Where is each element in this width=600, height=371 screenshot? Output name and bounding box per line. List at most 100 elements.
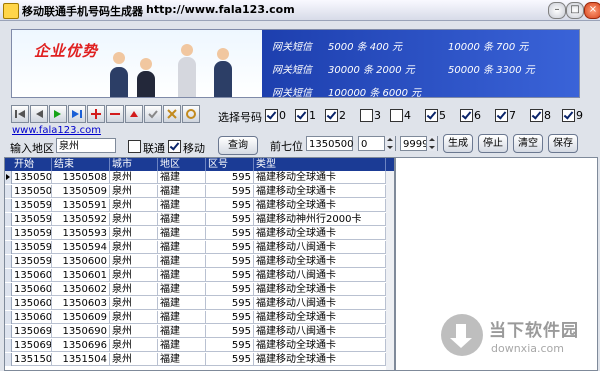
prev-record-icon[interactable] (30, 105, 48, 123)
table-cell: 1351504 (52, 353, 110, 366)
column-header[interactable]: 城市 (110, 158, 158, 171)
table-cell: 595 (206, 255, 254, 268)
ad-banner[interactable]: 企业优势 网关短信 5000 条 400 元 10000 条 700 元 网关短… (11, 29, 580, 98)
table-cell: 福建 (158, 353, 206, 366)
table-row[interactable]: 13505901350591泉州福建595福建移动全球通卡 (5, 199, 394, 212)
watermark-subtitle: downxia.com (491, 342, 564, 355)
column-header[interactable]: 结束 (52, 158, 110, 171)
stop-button[interactable]: 停止 (478, 134, 508, 153)
table-cell: 1350590 (12, 199, 52, 212)
table-row[interactable]: 13505951350600泉州福建595福建移动全球通卡 (5, 255, 394, 268)
table-row[interactable]: 13505931350593泉州福建595福建移动全球通卡 (5, 227, 394, 240)
column-header[interactable]: 地区 (158, 158, 206, 171)
mobile-checkbox[interactable] (168, 140, 181, 153)
prefix-label: 前七位 (270, 140, 303, 153)
table-cell: 595 (206, 339, 254, 352)
grid-scrollbar[interactable] (386, 171, 394, 370)
results-grid[interactable]: 开始 结束 城市 地区 区号 类型 13505001350508泉州福建595福… (4, 157, 395, 371)
region-input[interactable]: 泉州 (56, 138, 116, 153)
row-indicator (5, 353, 12, 366)
table-cell: 福建 (158, 283, 206, 296)
table-cell: 福建 (158, 199, 206, 212)
range-start-input[interactable]: 0 (358, 136, 396, 151)
table-row[interactable]: 13506901350690泉州福建595福建移动八闽通卡 (5, 325, 394, 338)
table-row[interactable]: 13506011350601泉州福建595福建移动八闽通卡 (5, 269, 394, 282)
range-start-spinner[interactable] (384, 136, 395, 151)
table-cell: 1350594 (52, 241, 110, 254)
price-label: 网关短信 (272, 88, 312, 98)
website-link[interactable]: www.fala123.com (12, 125, 101, 136)
row-indicator (5, 325, 12, 338)
person-head (217, 48, 229, 60)
price-label: 网关短信 (272, 42, 312, 53)
table-cell: 1350602 (12, 283, 52, 296)
delete-record-icon[interactable] (106, 105, 124, 123)
table-cell: 福建移动八闽通卡 (254, 269, 386, 282)
insert-record-icon[interactable] (87, 105, 105, 123)
person-head (140, 58, 152, 70)
row-indicator (5, 199, 12, 212)
column-header[interactable]: 开始 (12, 158, 52, 171)
prefix-input[interactable]: 1350500 (306, 136, 354, 151)
table-cell: 1350592 (52, 213, 110, 226)
range-end-spinner[interactable] (426, 136, 437, 151)
table-cell: 1350508 (52, 171, 110, 184)
watermark: 当下软件园 downxia.com (441, 312, 591, 364)
table-cell: 福建 (158, 213, 206, 226)
table-row[interactable]: 13506041350609泉州福建595福建移动全球通卡 (5, 311, 394, 324)
mobile-label: 移动 (183, 142, 205, 155)
table-row[interactable]: 13505001350508泉州福建595福建移动全球通卡 (5, 171, 394, 184)
table-row[interactable]: 13506911350696泉州福建595福建移动全球通卡 (5, 339, 394, 352)
next-record-icon[interactable] (49, 105, 67, 123)
row-indicator (5, 227, 12, 240)
post-record-icon[interactable] (144, 105, 162, 123)
banner-people-area: 企业优势 (12, 30, 262, 97)
table-cell: 福建移动全球通卡 (254, 185, 386, 198)
table-cell: 595 (206, 199, 254, 212)
table-cell: 福建移动八闽通卡 (254, 325, 386, 338)
table-cell: 泉州 (110, 297, 158, 310)
table-cell: 福建移动全球通卡 (254, 227, 386, 240)
table-cell: 595 (206, 269, 254, 282)
table-cell: 1350592 (12, 213, 52, 226)
table-cell: 1350603 (12, 297, 52, 310)
table-row[interactable]: 13505091350509泉州福建595福建移动全球通卡 (5, 185, 394, 198)
watermark-title: 当下软件园 (489, 321, 579, 341)
save-button[interactable]: 保存 (548, 134, 578, 153)
output-textarea[interactable]: 当下软件园 downxia.com (395, 157, 598, 371)
table-cell: 1350509 (12, 185, 52, 198)
minimize-button[interactable]: – (548, 2, 566, 19)
table-cell: 1350609 (52, 311, 110, 324)
refresh-icon[interactable] (182, 105, 200, 123)
cancel-edit-icon[interactable] (163, 105, 181, 123)
edit-record-icon[interactable] (125, 105, 143, 123)
generate-button[interactable]: 生成 (443, 134, 473, 153)
column-header[interactable]: 类型 (254, 158, 386, 171)
table-row[interactable]: 13515031351504泉州福建595福建移动全球通卡 (5, 353, 394, 366)
table-cell: 595 (206, 311, 254, 324)
table-cell: 福建 (158, 241, 206, 254)
query-button[interactable]: 查询 (218, 136, 258, 155)
first-record-icon[interactable] (11, 105, 29, 123)
table-cell: 福建 (158, 255, 206, 268)
last-record-icon[interactable] (68, 105, 86, 123)
clear-button[interactable]: 清空 (513, 134, 543, 153)
unicom-checkbox[interactable] (128, 140, 141, 153)
table-row[interactable]: 13506021350602泉州福建595福建移动全球通卡 (5, 283, 394, 296)
close-button[interactable]: × (584, 2, 600, 19)
table-cell: 福建 (158, 269, 206, 282)
row-indicator (5, 283, 12, 296)
unicom-label: 联通 (143, 142, 165, 155)
row-indicator (5, 311, 12, 324)
row-indicator (5, 339, 12, 352)
maximize-button[interactable]: □ (566, 2, 584, 19)
table-cell: 泉州 (110, 171, 158, 184)
range-start-value: 0 (361, 139, 368, 150)
column-header[interactable]: 区号 (206, 158, 254, 171)
region-label: 输入地区 (10, 142, 54, 155)
range-end-input[interactable]: 9999 (400, 136, 438, 151)
table-row[interactable]: 13505921350592泉州福建595福建移动神州行2000卡 (5, 213, 394, 226)
table-row[interactable]: 13505941350594泉州福建595福建移动八闽通卡 (5, 241, 394, 254)
table-cell: 1350604 (12, 311, 52, 324)
table-row[interactable]: 13506031350603泉州福建595福建移动八闽通卡 (5, 297, 394, 310)
